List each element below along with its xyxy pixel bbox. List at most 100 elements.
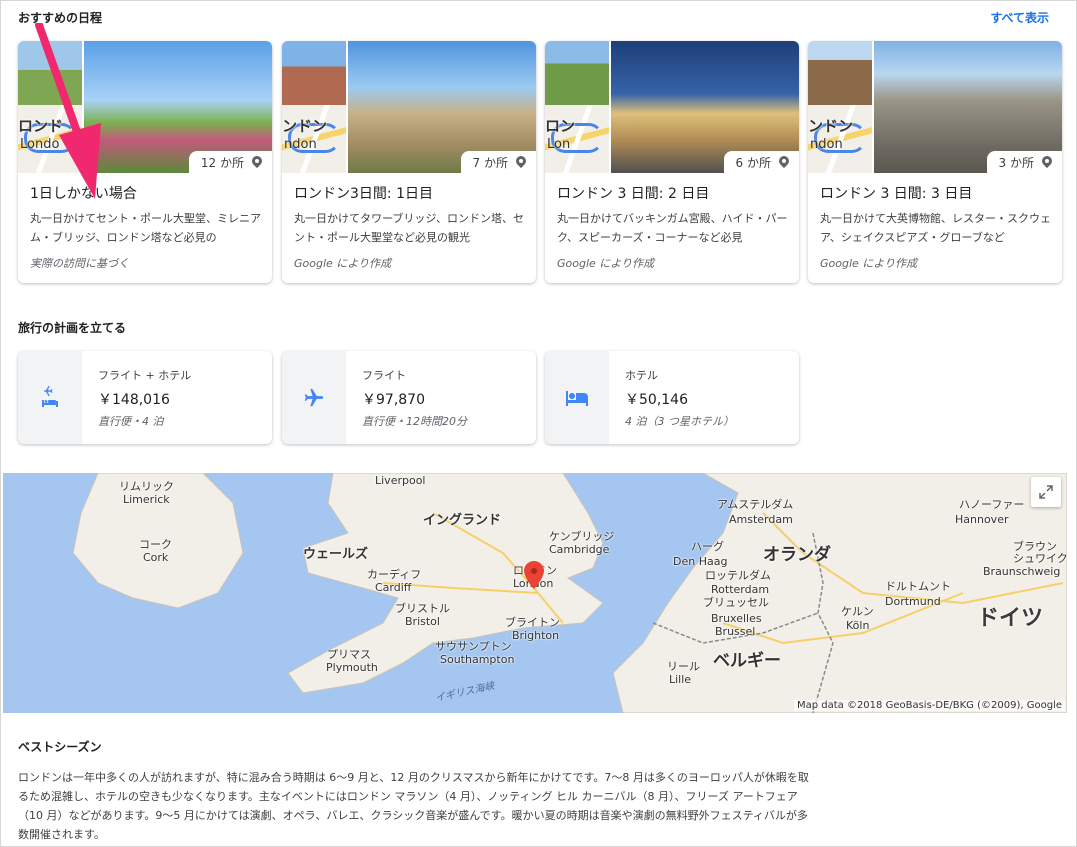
map-label: ブリストル [395, 602, 450, 615]
map-label: ハノーファー [959, 498, 1025, 511]
itinerary-source: Google により作成 [820, 257, 918, 270]
plan-detail: 4 泊（3 つ星ホテル） [625, 415, 734, 428]
map-label: ウェールズ [303, 547, 369, 562]
map-label: Den Haag [673, 555, 728, 568]
plan-label: ホテル [625, 369, 658, 382]
itinerary-title: 1日しかない場合 [30, 186, 137, 202]
map-label: Bruxelles [711, 612, 762, 625]
map-label: Köln [846, 619, 870, 632]
itinerary-photos: ロンド Londo 12 か所 [18, 41, 272, 173]
map-label: Brighton [512, 629, 560, 642]
hotel-icon-box [545, 351, 609, 444]
park-photo [545, 41, 609, 105]
plan-price: ￥148,016 [98, 392, 170, 408]
map-label: Brussel [715, 625, 756, 638]
map-label: Lille [669, 673, 692, 686]
route-map-thumbnail: ロンド Londo [18, 105, 82, 173]
map-label: Dortmund [885, 595, 941, 608]
place-count: 12 か所 [200, 155, 244, 170]
map-city-label: ndon [284, 137, 317, 152]
plan-detail: 直行便・4 泊 [98, 415, 164, 428]
map-label: Hannover [955, 513, 1009, 526]
location-pin-icon [252, 156, 262, 169]
location-pin-icon [779, 156, 789, 169]
location-marker-icon[interactable] [524, 561, 544, 589]
map-city-label: ンドン [282, 117, 328, 135]
itinerary-card[interactable]: ロン Lon 6 か所 ロンドン 3 日間: 2 日目 丸一日かけてバッキンガム… [545, 41, 799, 283]
place-count-badge: 3 か所 [986, 151, 1062, 173]
map-label: ケンブリッジ [549, 530, 615, 543]
map-label: サウサンプトン [435, 640, 512, 653]
itinerary-source: Google により作成 [294, 257, 392, 270]
itinerary-source: Google により作成 [557, 257, 655, 270]
itineraries-heading: おすすめの日程 [18, 11, 103, 25]
place-count-badge: 12 か所 [188, 151, 272, 173]
itinerary-title: ロンドン3日間: 1日目 [294, 186, 433, 202]
flight-card[interactable]: フライト ￥97,870 直行便・12時間20分 [282, 351, 536, 444]
map-city-label: Lon [547, 137, 571, 152]
map-label: Limerick [123, 493, 170, 506]
plan-price: ￥97,870 [362, 392, 425, 408]
plan-heading: 旅行の計画を立てる [18, 321, 127, 335]
globe-theatre-photo [808, 41, 872, 105]
map-label: ブラウン シュワイク [1013, 540, 1067, 565]
map-label: アムステルダム [717, 498, 794, 511]
itinerary-description: 丸一日かけてタワーブリッジ、ロンドン塔、セント・ポール大聖堂など必見の観光 [294, 212, 525, 244]
plan-price: ￥50,146 [625, 392, 688, 408]
plan-detail: 直行便・12時間20分 [362, 415, 467, 428]
map-label: Bristol [405, 615, 440, 628]
flight-hotel-icon-box [18, 351, 82, 444]
plan-label: フライト [362, 369, 406, 382]
itinerary-card[interactable]: ロンド Londo 12 か所 1日しかない場合 丸一日かけてセント・ポール大聖… [18, 41, 272, 283]
map-label: Southampton [440, 653, 515, 666]
map-city-label: Londo [20, 137, 60, 152]
best-season-text: ロンドンは一年中多くの人が訪れますが、特に混み合う時期は 6〜9 月と、12 月… [18, 771, 809, 841]
map-label: ドイツ [977, 606, 1044, 631]
itinerary-photos: ンドン ndon 3 か所 [808, 41, 1062, 173]
flight-icon-box [282, 351, 346, 444]
bed-icon [566, 390, 588, 406]
hotel-card[interactable]: ホテル ￥50,146 4 泊（3 つ星ホテル） [545, 351, 799, 444]
place-count: 7 か所 [472, 155, 508, 170]
itinerary-photos: ンドン ndon 7 か所 [282, 41, 536, 173]
abbey-photo [282, 41, 346, 105]
plan-label: フライト + ホテル [98, 369, 192, 382]
map-label: ケルン [841, 605, 874, 618]
best-season-heading: ベストシーズン [18, 740, 102, 754]
map-city-label: ndon [810, 137, 843, 152]
map-label: ブライトン [505, 616, 560, 629]
itinerary-title: ロンドン 3 日間: 2 日目 [557, 186, 710, 202]
location-pin-icon [1042, 156, 1052, 169]
map-label: ロッテルダム [705, 569, 771, 582]
map-land-shapes [72, 473, 1067, 713]
flight-hotel-card[interactable]: フライト + ホテル ￥148,016 直行便・4 泊 [18, 351, 272, 444]
route-map-thumbnail: ロン Lon [545, 105, 609, 173]
expand-icon [1039, 485, 1053, 499]
map-label: Amsterdam [729, 513, 793, 526]
place-count: 3 か所 [998, 155, 1034, 170]
itinerary-description: 丸一日かけて大英博物館、レスター・スクウェア、シェイクスピアズ・グローブなど [820, 212, 1051, 244]
place-count: 6 か所 [735, 155, 771, 170]
itinerary-card[interactable]: ンドン ndon 7 か所 ロンドン3日間: 1日目 丸一日かけてタワーブリッジ… [282, 41, 536, 283]
area-map[interactable]: Liverpool リムリック Limerick コーク Cork イングランド… [3, 473, 1067, 713]
map-label: ドルトムント [885, 580, 951, 593]
map-label: Plymouth [326, 661, 378, 674]
airplane-icon [304, 388, 324, 406]
route-map-thumbnail: ンドン ndon [808, 105, 872, 173]
map-city-label: ンドン [808, 117, 854, 135]
cathedral-photo [18, 41, 82, 105]
map-label: Rotterdam [711, 583, 770, 596]
map-attribution: Map data ©2018 GeoBasis-DE/BKG (©2009), … [793, 700, 1065, 711]
flight-hotel-icon [42, 385, 58, 407]
map-label: ハーグ [691, 540, 724, 553]
map-label: イングランド [423, 513, 502, 528]
map-city-label: ロンド [18, 117, 64, 135]
map-label: Liverpool [375, 474, 426, 487]
see-all-link[interactable]: すべて表示 [990, 9, 1049, 26]
map-label: Braunschweig [983, 565, 1061, 578]
location-pin-icon [516, 156, 526, 169]
map-label: リムリック [119, 480, 174, 493]
fullscreen-button[interactable] [1031, 477, 1061, 507]
itinerary-card[interactable]: ンドン ndon 3 か所 ロンドン 3 日間: 3 日目 丸一日かけて大英博物… [808, 41, 1062, 283]
map-city-label: ロン [545, 117, 576, 135]
